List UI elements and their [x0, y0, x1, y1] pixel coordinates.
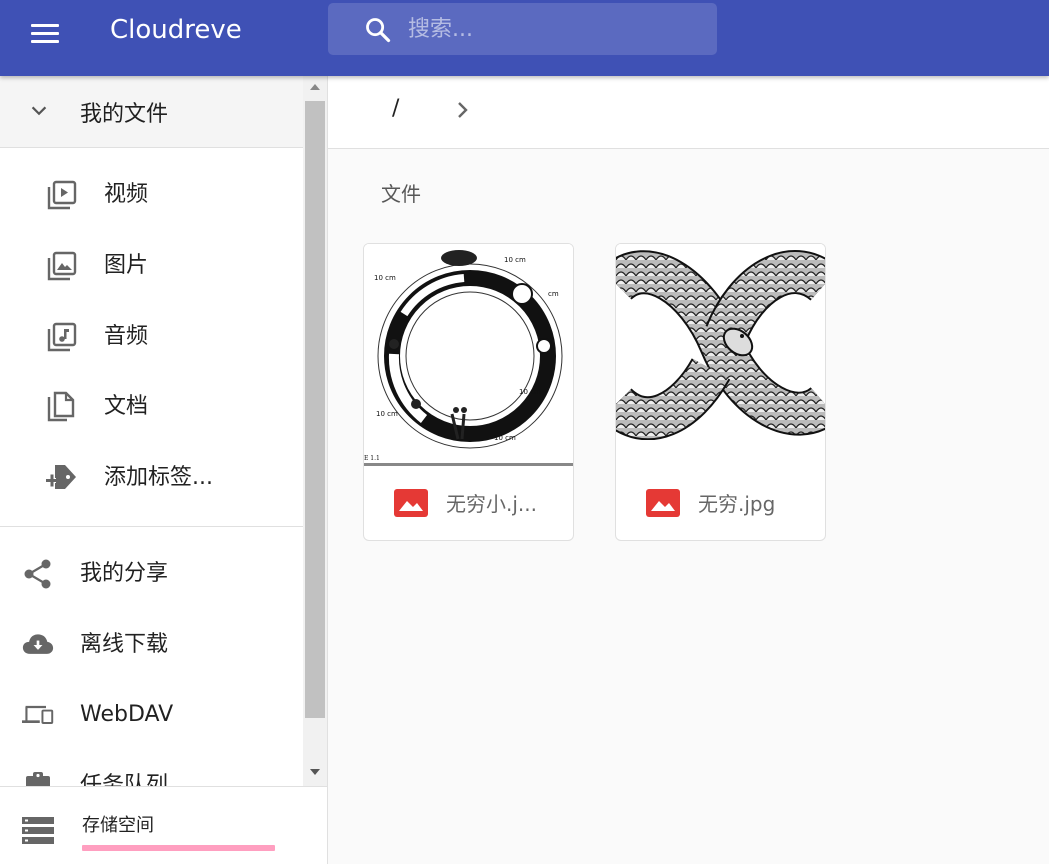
documents-icon — [47, 391, 75, 422]
my-files-label: 我的文件 — [80, 102, 169, 127]
search-icon — [366, 18, 391, 43]
sidebar-item-add-tag[interactable]: 添加标签... — [0, 443, 303, 513]
file-thumbnail: 10 cm 10 cm cm 10 cm 10 cm 10 cm E 1.1 — [364, 244, 573, 467]
sidebar-item-webdav[interactable]: WebDAV — [0, 680, 303, 750]
share-icon — [24, 559, 51, 589]
sidebar-item-label: 离线下载 — [80, 632, 169, 657]
svg-text:E 1.1: E 1.1 — [364, 455, 380, 462]
sidebar-item-label: 音频 — [104, 324, 149, 349]
file-thumbnail — [616, 244, 825, 467]
file-footer: 无穷小.j... — [364, 467, 573, 540]
scroll-down-arrow-icon[interactable] — [310, 769, 320, 775]
sidebar-item-documents[interactable]: 文档 — [0, 372, 303, 442]
photo-library-icon — [47, 251, 77, 281]
scroll-up-arrow-icon[interactable] — [310, 84, 320, 90]
sidebar-item-label: 任务队列 — [80, 773, 169, 786]
sidebar-item-images[interactable]: 图片 — [0, 231, 303, 301]
my-files-header[interactable]: 我的文件 — [0, 76, 303, 148]
sidebar-item-label: 文档 — [104, 394, 149, 419]
file-card[interactable]: 10 cm 10 cm cm 10 cm 10 cm 10 cm E 1.1 无… — [363, 243, 574, 541]
devices-icon — [22, 705, 54, 724]
sidebar-item-label: 图片 — [104, 253, 149, 278]
ouroboros-scale-image: 10 cm 10 cm cm 10 cm 10 cm 10 cm E 1.1 — [364, 244, 573, 467]
sidebar-scroll-area: 我的文件 视频 图片 音频 文档 添加标签... 我的分享 离线下载 WebDA… — [0, 76, 303, 786]
chevron-down-icon — [31, 106, 47, 116]
search-box[interactable] — [328, 3, 717, 55]
chevron-right-icon[interactable] — [450, 98, 474, 122]
menu-icon[interactable] — [24, 12, 66, 54]
cloud-download-icon — [22, 634, 54, 654]
sidebar: 我的文件 视频 图片 音频 文档 添加标签... 我的分享 离线下载 WebDA… — [0, 76, 328, 864]
music-library-icon — [47, 322, 77, 352]
image-file-icon — [646, 489, 680, 517]
sidebar-item-label: 视频 — [104, 182, 149, 207]
breadcrumb: / — [328, 76, 1049, 149]
breadcrumb-root[interactable]: / — [392, 96, 399, 121]
sidebar-item-audio[interactable]: 音频 — [0, 302, 303, 372]
file-footer: 无穷.jpg — [616, 467, 825, 540]
sidebar-item-video[interactable]: 视频 — [0, 160, 303, 230]
svg-text:10 cm: 10 cm — [494, 434, 516, 442]
svg-text:10 cm: 10 cm — [504, 256, 526, 264]
image-file-icon — [394, 489, 428, 517]
svg-text:10 cm: 10 cm — [376, 410, 398, 418]
storage-panel[interactable]: 存储空间 — [0, 786, 327, 864]
sidebar-item-shares[interactable]: 我的分享 — [0, 539, 303, 609]
app-bar: Cloudreve — [0, 0, 1049, 76]
search-input[interactable] — [408, 13, 698, 45]
file-name: 无穷小.j... — [446, 492, 537, 516]
file-name: 无穷.jpg — [698, 492, 776, 516]
sidebar-item-offline-download[interactable]: 离线下载 — [0, 610, 303, 680]
storage-usage-bar — [82, 845, 275, 851]
sidebar-divider — [0, 526, 303, 527]
sidebar-item-label: 添加标签... — [104, 465, 213, 490]
sidebar-item-label: WebDAV — [80, 702, 174, 727]
section-title: 文件 — [381, 182, 421, 206]
assignment-icon — [26, 772, 50, 786]
sidebar-item-task-queue[interactable]: 任务队列 — [0, 751, 303, 786]
storage-label: 存储空间 — [82, 815, 154, 836]
svg-text:10 cm: 10 cm — [519, 388, 541, 396]
app-title: Cloudreve — [110, 15, 242, 45]
infinity-snake-image — [616, 244, 825, 467]
svg-text:10 cm: 10 cm — [374, 274, 396, 282]
add-tag-icon — [46, 465, 76, 489]
sidebar-item-label: 我的分享 — [80, 561, 169, 586]
scroll-thumb[interactable] — [305, 101, 325, 718]
svg-text:cm: cm — [548, 290, 559, 298]
storage-icon — [22, 817, 54, 844]
sidebar-scrollbar[interactable] — [303, 76, 327, 786]
video-library-icon — [47, 180, 77, 210]
file-card[interactable]: 无穷.jpg — [615, 243, 826, 541]
